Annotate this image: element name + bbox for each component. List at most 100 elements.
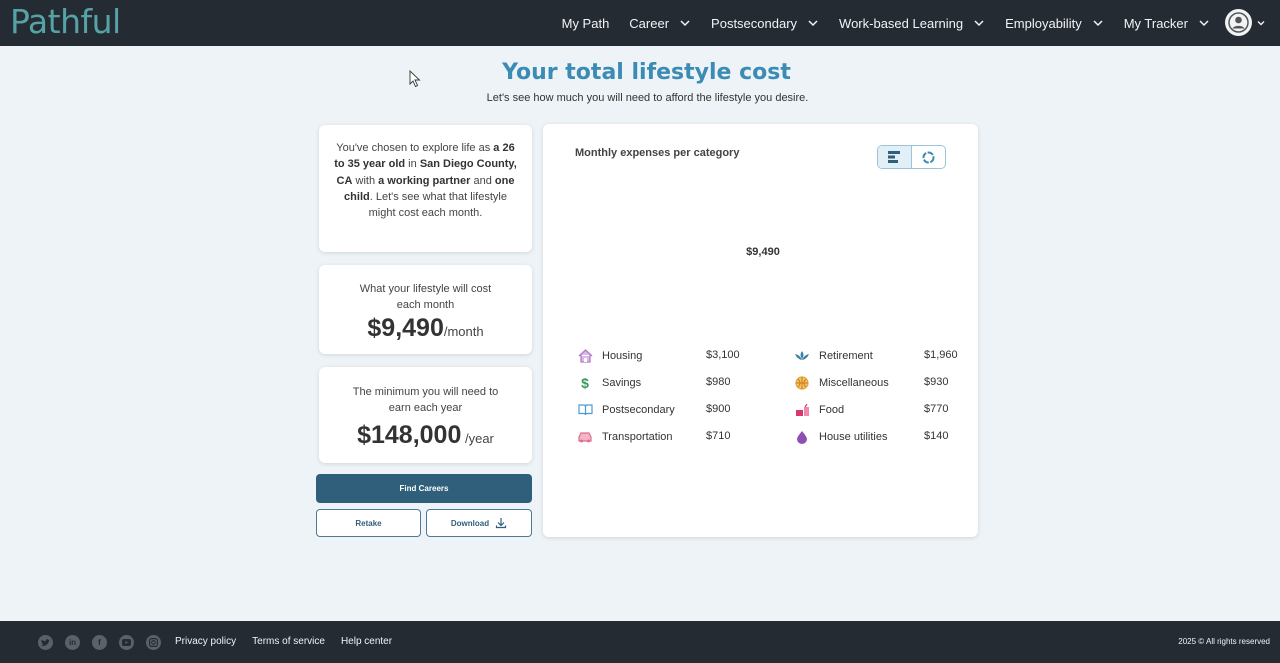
nav-label: My Tracker	[1123, 15, 1188, 31]
legend-value: $710	[706, 430, 731, 442]
nav-work-based-learning[interactable]: Work-based Learning	[839, 16, 985, 31]
footer: in f Privacy policy Terms of service Hel…	[0, 621, 1280, 663]
legend-label: Food	[819, 404, 845, 416]
top-navbar: Pathful My Path Career Postsecondary Wor…	[0, 0, 1280, 46]
expenses-chart-card: Monthly expenses per category $9,490 Hou…	[543, 124, 978, 537]
nav-postsecondary[interactable]: Postsecondary	[711, 16, 819, 31]
legend-value: $930	[924, 376, 949, 388]
yearly-unit: /year	[461, 431, 494, 446]
legend-item-food: Food	[794, 402, 844, 418]
nav-label: My Path	[561, 15, 610, 31]
facebook-icon[interactable]: f	[92, 635, 107, 650]
twitter-icon[interactable]	[38, 635, 53, 650]
legend-item-house-utilities: House utilities	[794, 429, 887, 445]
nav-career[interactable]: Career	[629, 16, 691, 31]
linkedin-icon[interactable]: in	[65, 635, 80, 650]
monthly-cost-label: What your lifestyle will cost each month	[359, 283, 492, 311]
lotus-icon	[794, 348, 810, 364]
legend-label: Postsecondary	[602, 404, 675, 416]
page-subtitle: Let's see how much you will need to affo…	[486, 92, 809, 104]
house-icon	[577, 348, 593, 364]
legend-label: Miscellaneous	[819, 377, 889, 389]
droplet-icon	[794, 429, 810, 445]
nav-label: Career	[629, 15, 670, 31]
legend-value: $3,100	[706, 349, 740, 361]
monthly-cost-value: $9,490/month	[319, 313, 532, 343]
intro-text: in	[405, 158, 420, 171]
dollar-icon: $	[581, 375, 589, 391]
help-center-link[interactable]: Help center	[341, 636, 392, 647]
retake-button[interactable]: Retake	[316, 509, 421, 537]
privacy-policy-link[interactable]: Privacy policy	[175, 636, 236, 647]
main-nav: My Path Career Postsecondary Work-based …	[542, 0, 1210, 46]
find-careers-button[interactable]: Find Careers	[316, 474, 532, 503]
legend-value: $900	[706, 403, 731, 415]
legend-value: $770	[924, 403, 949, 415]
legend-label: Retirement	[819, 350, 873, 362]
chart-title: Monthly expenses per category	[575, 147, 740, 159]
chevron-down-icon	[974, 20, 984, 27]
user-menu[interactable]	[1225, 9, 1266, 36]
legend-value: $1,960	[924, 349, 958, 361]
legend-item-postsecondary: Postsecondary	[577, 402, 675, 418]
nav-my-path[interactable]: My Path	[562, 16, 610, 31]
terms-of-service-link[interactable]: Terms of service	[252, 636, 325, 647]
legend-item-housing: Housing	[577, 348, 642, 364]
monthly-unit: /month	[443, 324, 484, 339]
download-icon	[496, 518, 507, 529]
legend-label: Housing	[602, 350, 643, 362]
instagram-icon[interactable]	[146, 635, 161, 650]
pathful-logo[interactable]: Pathful	[10, 2, 121, 41]
legend-item-savings: $ Savings	[577, 375, 641, 391]
yearly-income-label: The minimum you will need to earn each y…	[352, 386, 499, 414]
donut-view-button[interactable]	[911, 146, 945, 168]
legend-item-miscellaneous: Miscellaneous	[794, 375, 889, 391]
nav-label: Employability	[1005, 15, 1082, 31]
legend-label: House utilities	[819, 431, 888, 443]
footer-links: Privacy policy Terms of service Help cen…	[175, 636, 408, 647]
intro-text: and	[470, 174, 495, 187]
legend-item-transportation: Transportation	[577, 429, 673, 445]
food-icon	[794, 402, 810, 418]
user-icon	[1228, 12, 1249, 33]
youtube-icon[interactable]	[119, 635, 134, 650]
legend-label: Savings	[602, 377, 642, 389]
chevron-down-icon	[808, 20, 818, 27]
chart-view-toggle	[877, 145, 946, 169]
chevron-down-icon	[1257, 20, 1265, 25]
legend-item-retirement: Retirement	[794, 348, 873, 364]
social-links: in f	[38, 635, 173, 650]
chevron-down-icon	[1093, 20, 1103, 27]
intro-text: . Let's see what that lifestyle might co…	[368, 190, 507, 220]
legend-value: $140	[924, 430, 949, 442]
donut-chart-icon	[922, 151, 935, 163]
legend-label: Transportation	[602, 431, 673, 443]
chevron-down-icon	[680, 20, 690, 27]
avatar[interactable]	[1225, 9, 1252, 36]
basketball-icon	[794, 375, 810, 391]
yearly-income-value: $148,000 /year	[319, 420, 532, 450]
nav-my-tracker[interactable]: My Tracker	[1124, 16, 1210, 31]
bar-view-button[interactable]	[878, 146, 911, 168]
nav-label: Work-based Learning	[839, 15, 964, 31]
nav-employability[interactable]: Employability	[1005, 16, 1104, 31]
intro-text: You've chosen to explore life as	[336, 142, 494, 154]
page-title: Your total lifestyle cost	[502, 60, 791, 85]
car-icon	[577, 429, 593, 445]
yearly-amount: $148,000	[357, 421, 462, 449]
copyright-text: 2025 © All rights reserved	[1178, 637, 1270, 646]
monthly-cost-card: What your lifestyle will cost each month…	[319, 265, 532, 354]
intro-text: with	[352, 174, 379, 187]
monthly-amount: $9,490	[367, 314, 444, 342]
legend-value: $980	[706, 376, 731, 388]
nav-label: Postsecondary	[711, 15, 798, 31]
chevron-down-icon	[1199, 20, 1209, 27]
bar-chart-icon	[887, 151, 900, 163]
yearly-income-card: The minimum you will need to earn each y…	[319, 367, 532, 463]
book-icon	[577, 402, 593, 418]
lifestyle-summary-card: You've chosen to explore life as a 26 to…	[319, 125, 532, 252]
mouse-cursor-icon	[409, 70, 421, 88]
download-button[interactable]: Download	[426, 509, 532, 537]
chart-center-total: $9,490	[746, 246, 780, 258]
intro-partner: a working partner	[378, 174, 471, 187]
